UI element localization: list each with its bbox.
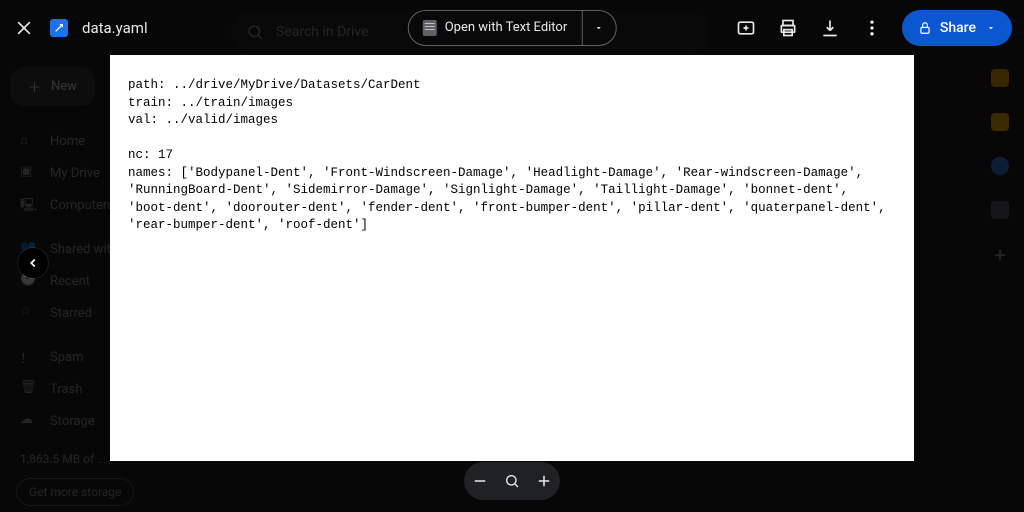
share-label: Share xyxy=(940,20,976,36)
zoom-toolbar xyxy=(464,462,560,500)
file-content-sheet: path: ../drive/MyDrive/Datasets/CarDent … xyxy=(110,55,914,461)
download-button[interactable] xyxy=(818,16,842,40)
share-button[interactable]: Share xyxy=(902,10,1012,46)
zoom-reset-button[interactable] xyxy=(500,469,524,493)
file-name: data.yaml xyxy=(82,19,148,37)
file-content-text[interactable]: path: ../drive/MyDrive/Datasets/CarDent … xyxy=(128,77,896,235)
more-actions-button[interactable] xyxy=(860,16,884,40)
zoom-out-button[interactable] xyxy=(468,469,492,493)
text-editor-icon xyxy=(423,20,437,36)
file-type-icon xyxy=(50,19,68,37)
chevron-down-icon xyxy=(986,23,996,33)
open-with-label: Open with Text Editor xyxy=(445,20,568,35)
lock-icon xyxy=(918,21,932,35)
preview-topbar: data.yaml Open with Text Editor xyxy=(0,0,1024,55)
collapse-handle[interactable] xyxy=(18,248,48,278)
add-shortcut-button[interactable] xyxy=(734,16,758,40)
close-button[interactable] xyxy=(12,16,36,40)
zoom-in-button[interactable] xyxy=(532,469,556,493)
open-with-caret[interactable] xyxy=(581,11,615,45)
print-button[interactable] xyxy=(776,16,800,40)
open-with-dropdown[interactable]: Open with Text Editor xyxy=(408,10,617,46)
